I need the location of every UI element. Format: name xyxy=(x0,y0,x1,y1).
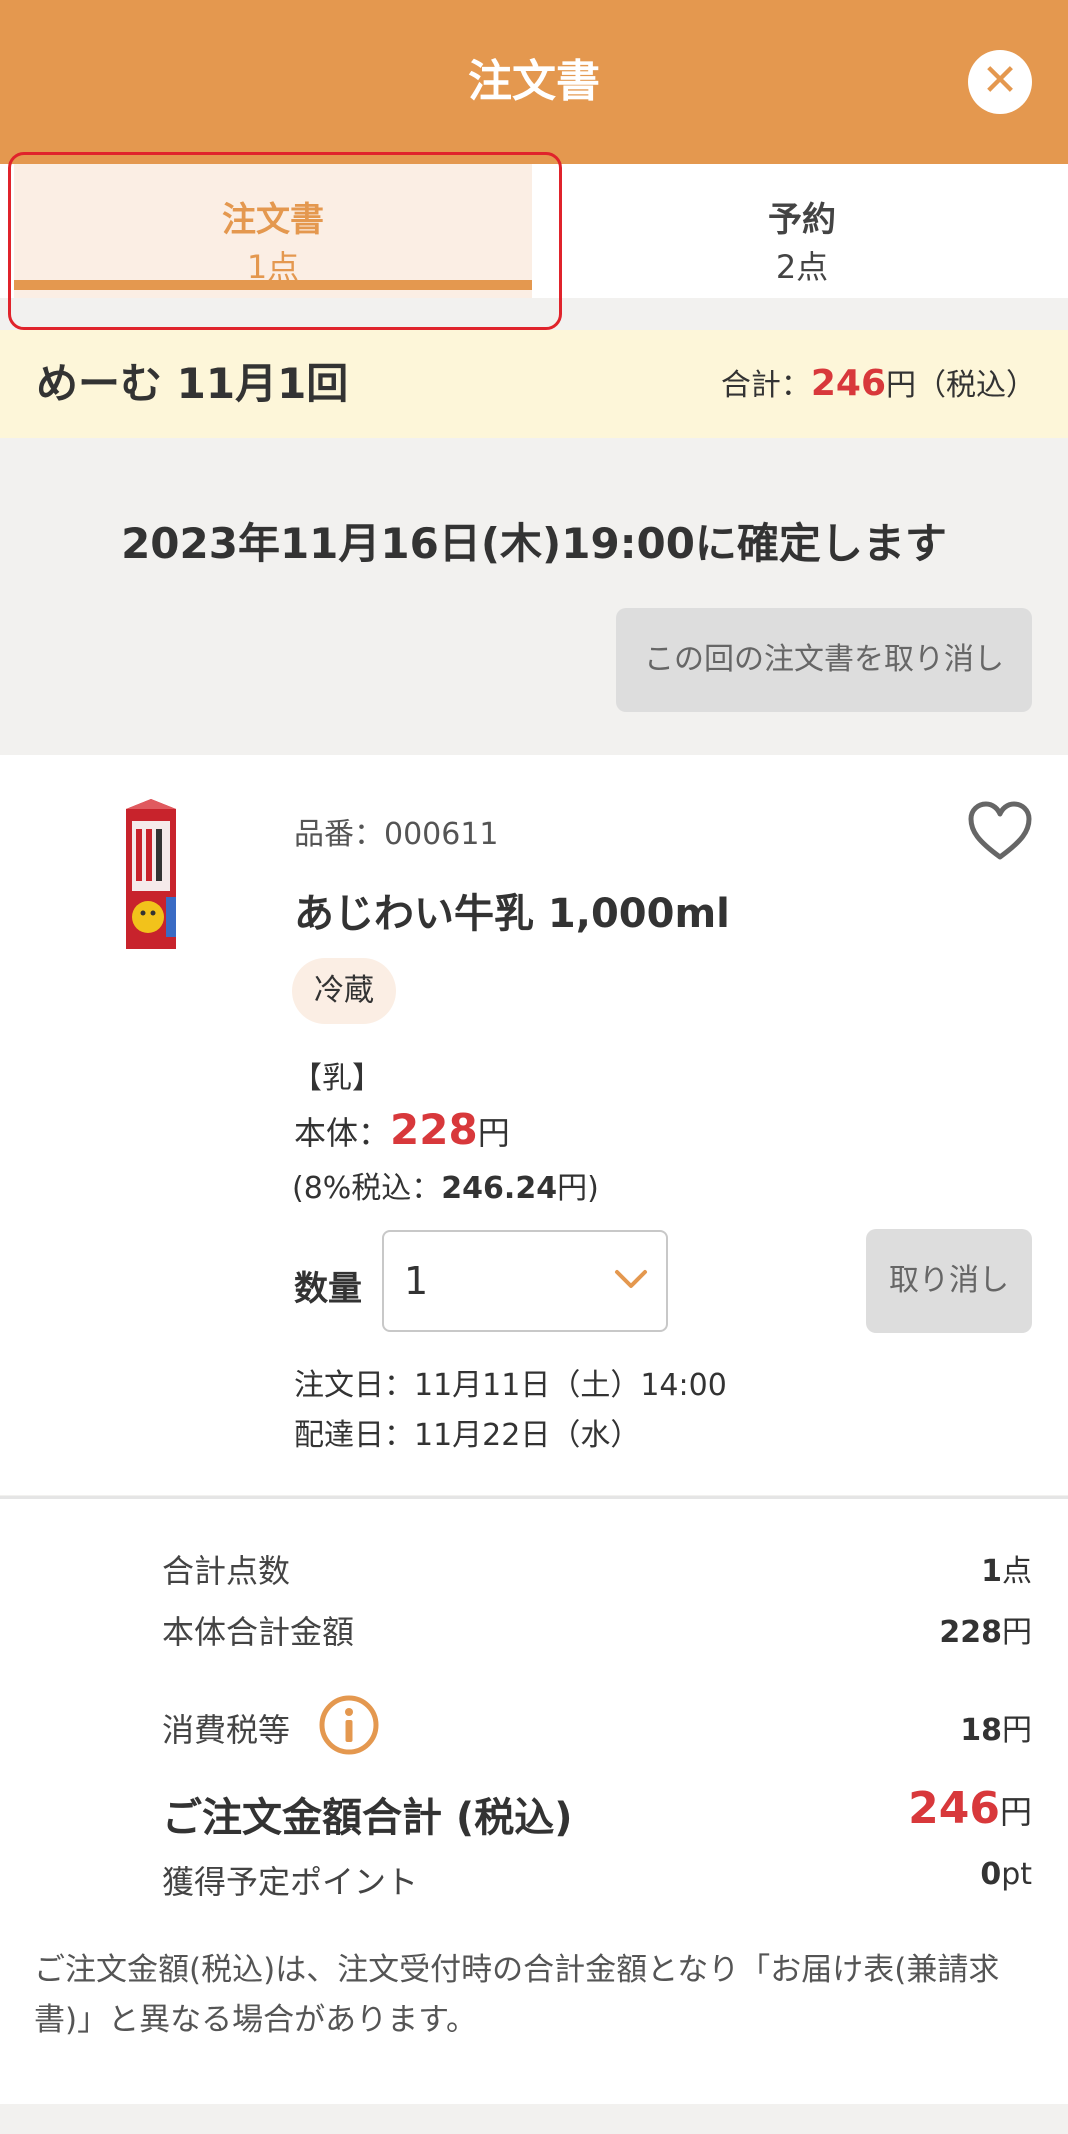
item-number: 品番：000611 xyxy=(294,817,499,852)
item-price: 本体：228円 xyxy=(294,1105,510,1154)
tax-suffix: 円) xyxy=(557,1171,599,1206)
points-label: 獲得予定ポイント xyxy=(162,1863,419,1901)
confirm-section: 2023年11月16日(木)19:00に確定します この回の注文書を取り消し xyxy=(0,438,1068,754)
body-total-label: 本体合計金額 xyxy=(162,1613,355,1651)
tab-count: 2点 xyxy=(775,248,829,286)
delivery-date: 配達日：11月22日（水） xyxy=(294,1418,641,1453)
tab-active-indicator xyxy=(14,280,532,290)
body-total-value: 228円 xyxy=(939,1615,1032,1650)
item-tax-price: (8%税込：246.24円) xyxy=(292,1163,599,1207)
order-total: 合計：246円（税込） xyxy=(721,330,1036,440)
total-price: 246 xyxy=(810,363,886,404)
tab-label: 予約 xyxy=(768,200,836,240)
favorite-heart-icon[interactable] xyxy=(968,801,1032,861)
storage-badge: 冷蔵 xyxy=(292,958,396,1024)
quantity-select[interactable]: 1 xyxy=(382,1230,668,1332)
grand-total-value: 246円 xyxy=(908,1783,1032,1834)
close-icon[interactable]: ✕ xyxy=(968,50,1032,114)
tax-prefix: (8%税込： xyxy=(292,1171,442,1206)
price-value: 228 xyxy=(390,1105,478,1154)
allergen-label: 【乳】 xyxy=(292,1061,382,1096)
info-icon[interactable] xyxy=(318,1694,380,1756)
cancel-order-form-button[interactable]: この回の注文書を取り消し xyxy=(616,608,1032,712)
header-bar: 注文書 ✕ xyxy=(0,0,1068,164)
count-label: 合計点数 xyxy=(162,1552,291,1590)
points-value: 0pt xyxy=(980,1857,1032,1892)
chevron-down-icon xyxy=(615,1270,647,1288)
confirm-message: 2023年11月16日(木)19:00に確定します xyxy=(121,519,947,568)
totals-section: 合計点数 1点 本体合計金額 228円 消費税等 18円 ご注文金額合計 (税込… xyxy=(0,1499,1068,2104)
product-image xyxy=(126,799,176,949)
order-summary-bar: めーむ 11月1回 合計：246円（税込） xyxy=(0,330,1068,438)
count-value: 1点 xyxy=(981,1554,1032,1589)
order-date: 注文日：11月11日（土）14:00 xyxy=(294,1368,727,1403)
tab-reservation[interactable]: 予約 2点 xyxy=(560,164,1044,298)
grand-total-label: ご注文金額合計 (税込) xyxy=(162,1795,573,1841)
tax-value: 246.24 xyxy=(441,1171,558,1206)
tab-bar: 注文書 1点 予約 2点 xyxy=(0,164,1068,298)
price-prefix: 本体： xyxy=(294,1114,391,1152)
cancel-item-button[interactable]: 取り消し xyxy=(866,1229,1032,1333)
order-item: 品番：000611 あじわい牛乳 1,000ml 冷蔵 【乳】 本体：228円 … xyxy=(0,755,1068,1495)
item-name: あじわい牛乳 1,000ml xyxy=(294,891,730,937)
page-title: 注文書 xyxy=(468,56,600,107)
price-unit: 円 xyxy=(477,1114,510,1152)
total-prefix: 合計： xyxy=(720,368,811,403)
quantity-label: 数量 xyxy=(294,1269,362,1309)
total-suffix: 円（税込） xyxy=(886,368,1036,403)
tax-label: 消費税等 xyxy=(162,1711,291,1749)
quantity-value: 1 xyxy=(404,1259,429,1303)
tax-value: 18円 xyxy=(960,1713,1032,1748)
tab-order-form[interactable]: 注文書 1点 xyxy=(14,164,532,298)
round-label: めーむ 11月1回 xyxy=(36,359,349,408)
price-note: ご注文金額(税込)は、注文受付時の合計金額となり「お届け表(兼請求書)」と異なる… xyxy=(34,1952,1000,2038)
tab-label: 注文書 xyxy=(222,200,324,240)
